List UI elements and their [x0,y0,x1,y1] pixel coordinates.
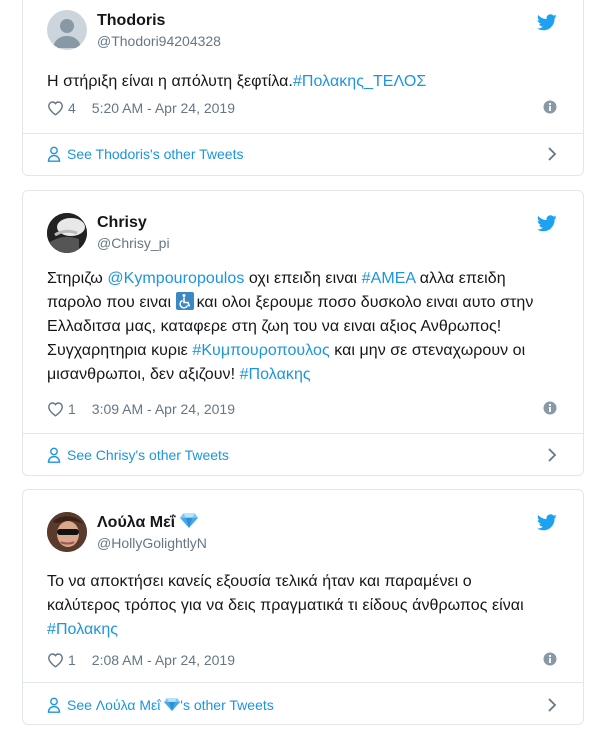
see-other-tweets-link[interactable]: See Chrisy's other Tweets [47,443,557,467]
divider [23,433,583,434]
chevron-right-icon [547,448,557,462]
wheelchair-emoji-icon [175,292,194,310]
tweet-header: Thodoris @Thodori94204328 [23,0,583,52]
heart-icon[interactable] [47,401,64,417]
twitter-bird-icon[interactable] [537,215,557,232]
tweet-meta: 4 5:20 AM - Apr 24, 2019 [47,98,557,118]
author-name[interactable]: Chrisy [97,213,170,233]
twitter-bird-icon[interactable] [537,14,557,31]
hashtag-link[interactable]: #Κυμπουροπουλος [192,342,329,359]
chevron-right-icon [547,698,557,712]
tweet-meta: 1 3:09 AM - Apr 24, 2019 [47,399,557,419]
author-name[interactable]: Thodoris [97,11,221,31]
divider [23,133,583,134]
like-count[interactable]: 1 [68,401,76,417]
timestamp[interactable]: 5:20 AM - Apr 24, 2019 [92,100,235,116]
hashtag-link[interactable]: #Πολακης [240,366,311,383]
avatar[interactable] [47,10,87,50]
twitter-bird-icon[interactable] [537,514,557,531]
see-other-tweets-link[interactable]: See Thodoris's other Tweets [47,142,557,166]
gem-emoji-icon [164,697,180,711]
heart-icon[interactable] [47,652,64,668]
tweet-header: Chrisy @Chrisy_pi [23,191,583,253]
heart-icon[interactable] [47,100,64,116]
divider [23,682,583,683]
info-icon[interactable] [543,100,557,114]
tweet-header: Λούλα Μεΐ @HollyGolightlyN [23,490,583,552]
like-count[interactable]: 4 [68,100,76,116]
author-handle[interactable]: @Chrisy_pi [97,234,170,252]
info-icon[interactable] [543,652,557,666]
tweet-card: Chrisy @Chrisy_pi Στηριζω @Kympouropoulo… [22,190,584,476]
tweet-card: Thodoris @Thodori94204328 Η στήριξη είνα… [22,0,584,176]
hashtag-link[interactable]: #ΑΜΕΑ [362,270,416,287]
author-name[interactable]: Λούλα Μεΐ [97,514,175,531]
tweet-text: Το να αποκτήσει κανείς εξουσία τελικά ήτ… [47,573,524,638]
tweet-card: Λούλα Μεΐ @HollyGolightlyN Το να αποκτήσ… [22,489,584,725]
hashtag-link[interactable]: #Πολακης_ΤΕΛΟΣ [293,73,426,90]
mention-link[interactable]: @Kympouropoulos [107,270,244,287]
author-handle[interactable]: @HollyGolightlyN [97,534,207,552]
avatar[interactable] [47,213,87,253]
tweet-text: Στηριζω @Kympouropoulos οχι επειδη ειναι… [47,270,534,383]
tweet-meta: 1 2:08 AM - Apr 24, 2019 [47,650,557,670]
person-icon [47,697,61,713]
author-handle[interactable]: @Thodori94204328 [97,32,221,50]
avatar[interactable] [47,512,87,552]
timestamp[interactable]: 3:09 AM - Apr 24, 2019 [92,401,235,417]
gem-emoji-icon [180,512,198,528]
timestamp[interactable]: 2:08 AM - Apr 24, 2019 [92,652,235,668]
chevron-right-icon [547,147,557,161]
hashtag-link[interactable]: #Πολακης [47,621,118,638]
person-icon [47,146,61,162]
info-icon[interactable] [543,401,557,415]
like-count[interactable]: 1 [68,652,76,668]
see-other-tweets-link[interactable]: See Λούλα Μεΐ 's other Tweets [47,693,557,717]
tweet-text: Η στήριξη είναι η απόλυτη ξεφτίλα.#Πολακ… [47,73,427,90]
person-icon [47,447,61,463]
